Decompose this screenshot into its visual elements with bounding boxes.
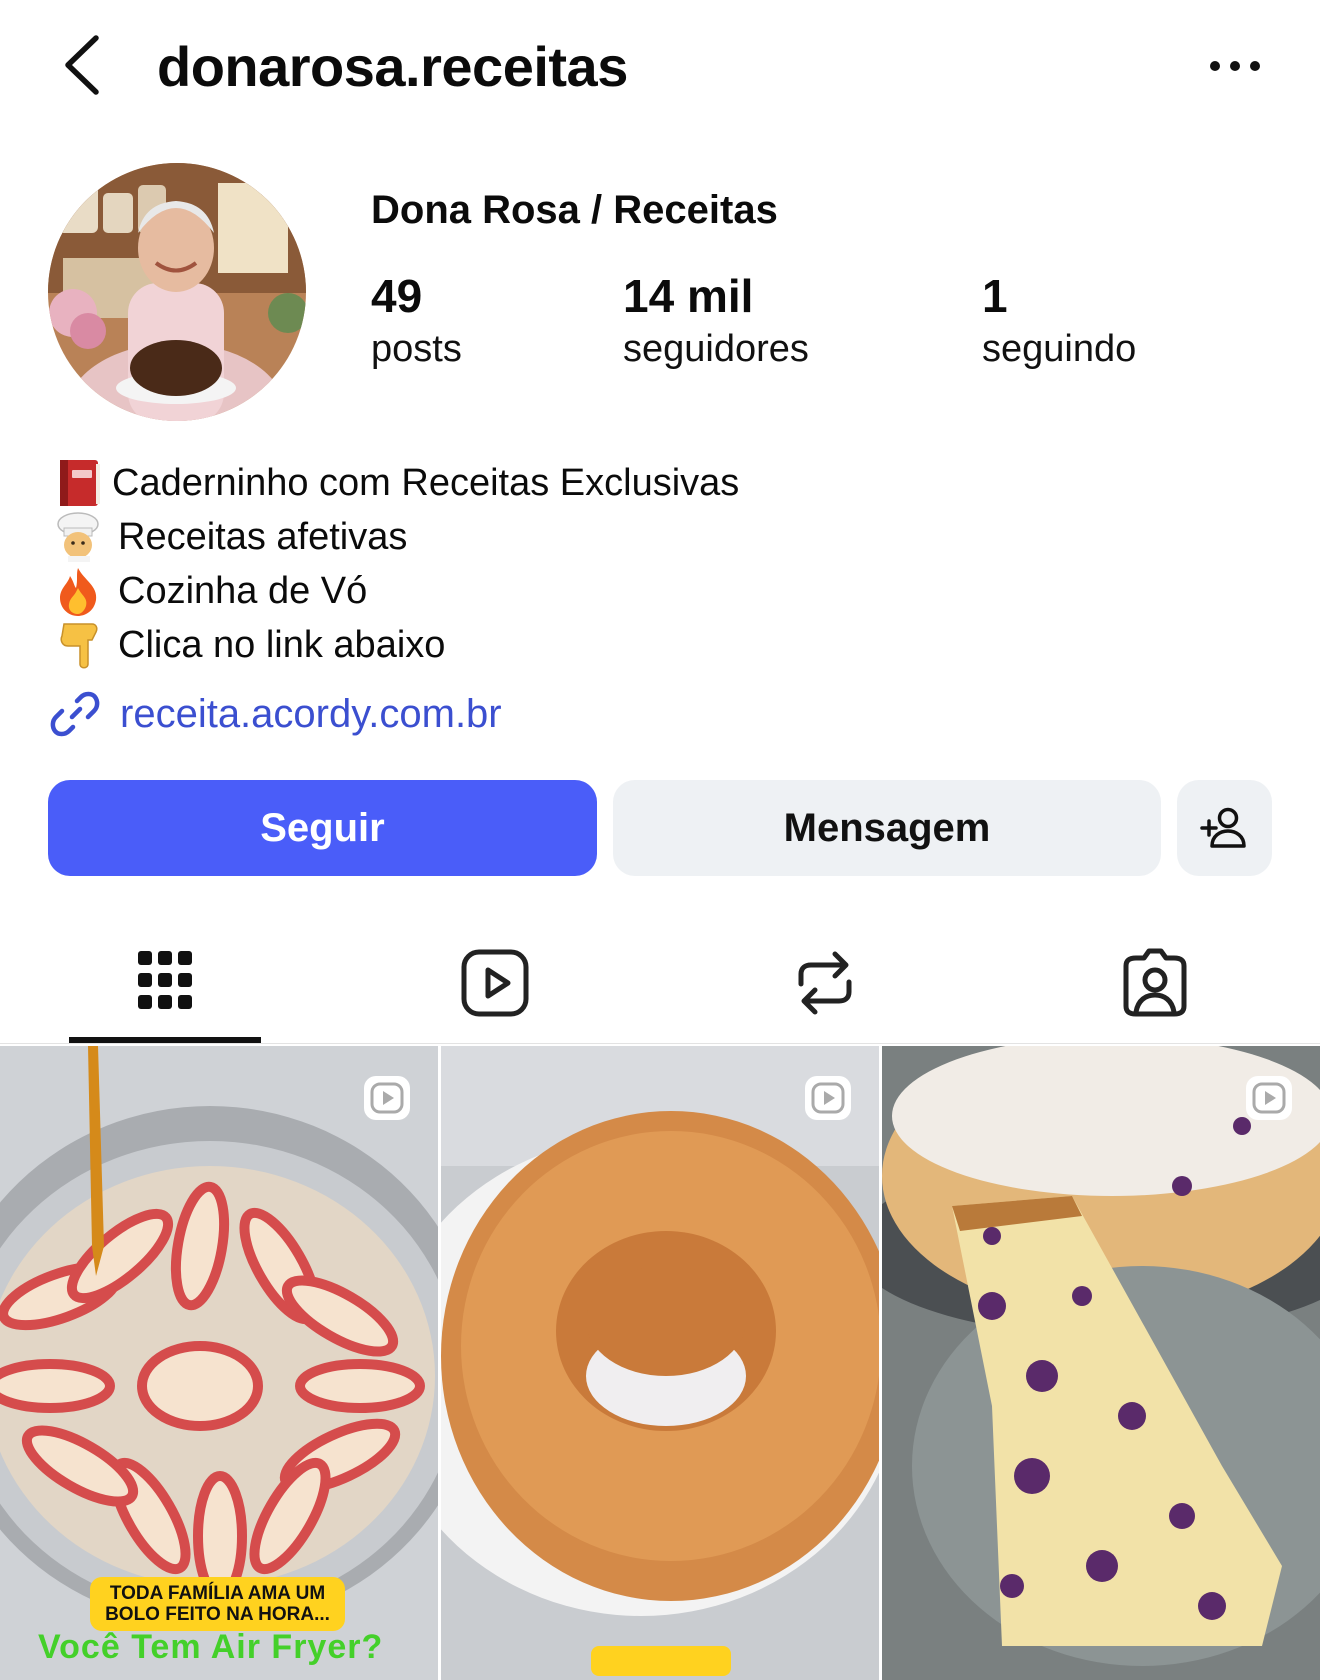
more-options-button[interactable] xyxy=(1205,44,1275,84)
tab-posts-grid[interactable] xyxy=(0,920,330,1045)
profile-avatar[interactable] xyxy=(48,163,306,421)
tabs-divider xyxy=(0,1043,1320,1044)
repost-icon xyxy=(798,951,852,1014)
profile-header: donarosa.receitas xyxy=(0,0,1320,130)
tagged-user-icon xyxy=(1123,948,1187,1016)
following-count-label: seguindo xyxy=(982,328,1137,370)
bio-line: Receitas afetivas xyxy=(52,510,739,564)
posts-count-value: 49 xyxy=(371,270,423,322)
reels-icon xyxy=(461,949,529,1016)
bio-line-text: Caderninho com Receitas Exclusivas xyxy=(112,462,740,504)
followers-count-label: seguidores xyxy=(623,328,809,370)
more-horizontal-icon xyxy=(1210,61,1260,71)
bio-line: Caderninho com Receitas Exclusivas xyxy=(52,456,739,510)
reel-icon xyxy=(805,1076,851,1120)
book-icon xyxy=(60,460,100,506)
post-overlay-text: Você Tem Air Fryer? xyxy=(38,1628,384,1666)
grid-icon xyxy=(138,950,192,1009)
back-button[interactable] xyxy=(58,30,110,100)
posts-count: 49 posts xyxy=(371,268,462,374)
profile-username: donarosa.receitas xyxy=(157,35,628,98)
chef-icon xyxy=(57,512,99,562)
tab-reposts[interactable] xyxy=(660,920,990,1045)
bio-line-text: Receitas afetivas xyxy=(118,516,408,558)
reel-icon xyxy=(1246,1076,1292,1120)
message-button[interactable]: Mensagem xyxy=(613,780,1161,876)
chevron-left-icon xyxy=(65,35,99,95)
posts-grid: TODA FAMÍLIA AMA UM BOLO FEITO NA HORA..… xyxy=(0,1046,1320,1680)
following-count-value: 1 xyxy=(982,270,1008,322)
tab-reels[interactable] xyxy=(330,920,660,1045)
followers-count[interactable]: 14 mil seguidores xyxy=(623,268,809,374)
add-user-icon xyxy=(1199,807,1246,848)
reel-icon xyxy=(364,1076,410,1120)
posts-count-label: posts xyxy=(371,328,462,370)
profile-tabs xyxy=(0,920,1320,1045)
fire-icon xyxy=(60,568,97,616)
followers-count-value: 14 mil xyxy=(623,270,754,322)
post-thumbnail[interactable] xyxy=(441,1046,879,1680)
post-caption-overlay: TODA FAMÍLIA AMA UM BOLO FEITO NA HORA..… xyxy=(90,1577,345,1631)
link-icon xyxy=(50,691,100,737)
bio-line: Cozinha de Vó xyxy=(52,564,739,618)
bio-link-text[interactable]: receita.acordy.com.br xyxy=(120,686,502,742)
add-user-button[interactable] xyxy=(1177,780,1272,876)
bio-line-text: Clica no link abaixo xyxy=(118,624,446,666)
follow-button[interactable]: Seguir xyxy=(48,780,597,876)
profile-display-name: Dona Rosa / Receitas xyxy=(371,188,778,232)
post-thumbnail[interactable] xyxy=(882,1046,1320,1680)
bio-line-text: Cozinha de Vó xyxy=(118,570,368,612)
bio-link[interactable]: receita.acordy.com.br xyxy=(50,686,502,742)
bio-line: Clica no link abaixo xyxy=(52,618,739,672)
pointing-down-icon xyxy=(60,623,98,669)
profile-bio: Caderninho com Receitas Exclusivas Recei… xyxy=(52,456,739,672)
post-thumbnail[interactable]: TODA FAMÍLIA AMA UM BOLO FEITO NA HORA..… xyxy=(0,1046,438,1680)
following-count[interactable]: 1 seguindo xyxy=(982,268,1136,374)
tab-tagged[interactable] xyxy=(990,920,1320,1045)
